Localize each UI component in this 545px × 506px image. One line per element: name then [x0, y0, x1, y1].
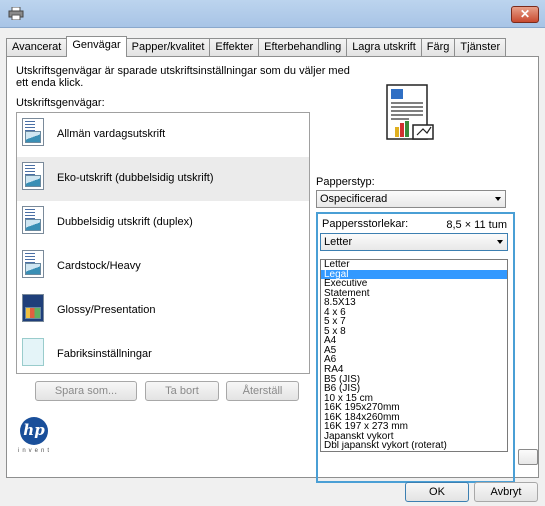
dropdown-option[interactable]: 10 x 15 cm: [321, 394, 507, 404]
document-icon: [22, 250, 44, 278]
paper-size-label: Pappersstorlekar:: [322, 218, 409, 230]
paper-size-value: Letter: [324, 236, 353, 248]
factory-defaults-icon: [22, 338, 44, 366]
tab-shortcuts[interactable]: Genvägar: [66, 36, 127, 57]
dropdown-option[interactable]: A6: [321, 355, 507, 365]
dropdown-option[interactable]: Legal: [321, 269, 507, 280]
list-item-label: Glossy/Presentation: [57, 304, 156, 316]
list-item[interactable]: Cardstock/Heavy: [17, 245, 309, 289]
chevron-down-icon: [497, 240, 503, 244]
list-item[interactable]: Glossy/Presentation: [17, 289, 309, 333]
dropdown-option[interactable]: Letter: [321, 260, 507, 270]
chevron-down-icon: [495, 197, 501, 201]
tab-effects[interactable]: Effekter: [209, 38, 260, 57]
dropdown-option[interactable]: Statement: [321, 289, 507, 299]
list-item[interactable]: Fabriksinställningar: [17, 333, 309, 377]
dropdown-option[interactable]: 5 x 7: [321, 317, 507, 327]
shortcuts-panel: Utskriftsgenvägar är sparade utskriftsin…: [6, 56, 539, 483]
dropdown-option[interactable]: 16K 197 x 273 mm: [321, 422, 507, 432]
dropdown-option[interactable]: Executive: [321, 279, 507, 289]
dropdown-option[interactable]: A5: [321, 346, 507, 356]
cancel-button[interactable]: Avbryt: [474, 482, 538, 502]
title-bar: ✕: [0, 0, 545, 28]
paper-type-select[interactable]: Ospecificerad: [316, 190, 506, 208]
dropdown-option[interactable]: B5 (JIS): [321, 375, 507, 385]
list-item-label: Dubbelsidig utskrift (duplex): [57, 216, 193, 228]
list-item-label: Allmän vardagsutskrift: [57, 128, 166, 140]
paper-type-label: Papperstyp:: [316, 176, 375, 188]
delete-button[interactable]: Ta bort: [145, 381, 219, 401]
hp-tagline: invent: [18, 448, 53, 454]
tab-job-storage[interactable]: Lagra utskrift: [346, 38, 422, 57]
shortcuts-list[interactable]: Allmän vardagsutskrift Eko-utskrift (dub…: [16, 112, 310, 374]
side-button[interactable]: [518, 449, 538, 465]
tab-color[interactable]: Färg: [420, 38, 456, 57]
shortcuts-description: Utskriftsgenvägar är sparade utskriftsin…: [16, 65, 350, 89]
tab-finishing[interactable]: Efterbehandling: [258, 38, 348, 57]
tab-paper-quality[interactable]: Papper/kvalitet: [125, 38, 211, 57]
paper-size-select[interactable]: Letter: [320, 233, 508, 251]
dropdown-option[interactable]: 8.5X13: [321, 298, 507, 308]
tab-services[interactable]: Tjänster: [454, 38, 507, 57]
dropdown-option[interactable]: B6 (JIS): [321, 384, 507, 394]
paper-size-dropdown[interactable]: Letter Legal Executive Statement 8.5X13 …: [320, 259, 508, 452]
list-item[interactable]: Eko-utskrift (dubbelsidig utskrift): [17, 157, 309, 201]
paper-type-value: Ospecificerad: [320, 193, 388, 205]
shortcuts-list-label: Utskriftsgenvägar:: [16, 97, 105, 109]
dropdown-option[interactable]: Japanskt vykort: [321, 432, 507, 442]
list-item[interactable]: Allmän vardagsutskrift: [17, 113, 309, 157]
tab-strip: Avancerat Genvägar Papper/kvalitet Effek…: [6, 36, 507, 57]
list-item-label: Eko-utskrift (dubbelsidig utskrift): [57, 172, 214, 184]
document-icon: [22, 118, 44, 146]
close-button[interactable]: ✕: [511, 6, 539, 23]
dropdown-option[interactable]: 16K 195x270mm: [321, 403, 507, 413]
duplex-document-icon: [22, 206, 44, 234]
dropdown-option[interactable]: 4 x 6: [321, 308, 507, 318]
hp-logo: hp: [20, 417, 48, 445]
printer-icon: [8, 7, 24, 20]
dropdown-option[interactable]: A4: [321, 336, 507, 346]
save-as-button[interactable]: Spara som...: [35, 381, 137, 401]
document-preview-icon: [386, 84, 434, 140]
list-item-label: Cardstock/Heavy: [57, 260, 141, 272]
presentation-icon: [22, 294, 44, 322]
duplex-document-icon: [22, 162, 44, 190]
dropdown-option[interactable]: 16K 184x260mm: [321, 413, 507, 423]
paper-size-group: Pappersstorlekar: 8,5 × 11 tum Letter Le…: [316, 212, 515, 483]
dropdown-option[interactable]: Dbl japanskt vykort (roterat): [321, 441, 507, 451]
dropdown-option[interactable]: 5 x 8: [321, 327, 507, 337]
dropdown-option[interactable]: RA4: [321, 365, 507, 375]
paper-size-dimensions: 8,5 × 11 tum: [446, 219, 507, 231]
restore-button[interactable]: Återställ: [226, 381, 299, 401]
list-item-label: Fabriksinställningar: [57, 348, 152, 360]
tab-advanced[interactable]: Avancerat: [6, 38, 68, 57]
list-item[interactable]: Dubbelsidig utskrift (duplex): [17, 201, 309, 245]
ok-button[interactable]: OK: [405, 482, 469, 502]
